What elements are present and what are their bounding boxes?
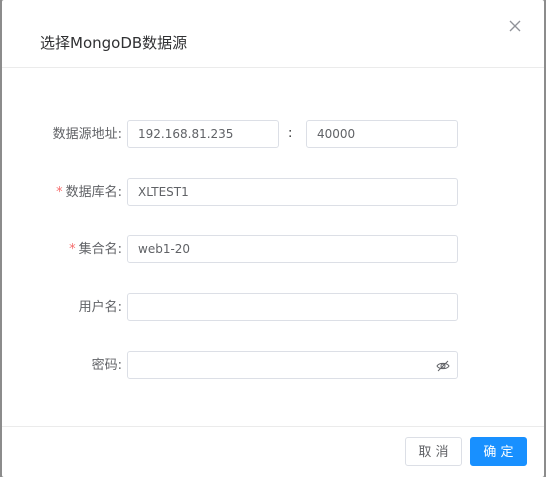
host-input[interactable]: [127, 120, 279, 148]
dialog-footer: 取 消 确 定: [2, 426, 544, 477]
port-input[interactable]: [306, 120, 458, 148]
address-separator: :: [288, 126, 293, 141]
datasource-address-label: 数据源地址:: [52, 127, 122, 142]
database-name-label: * 数据库名:: [56, 185, 122, 200]
password-field: [127, 351, 458, 379]
confirm-button[interactable]: 确 定: [470, 437, 527, 466]
dialog-header: 选择MongoDB数据源: [2, 0, 544, 68]
collection-name-label: * 集合名:: [69, 242, 122, 257]
database-name-row: * 数据库名:: [2, 178, 544, 208]
close-icon[interactable]: [505, 16, 525, 36]
password-label: 密码:: [91, 358, 122, 373]
collection-name-row: * 集合名:: [2, 235, 544, 265]
required-mark: *: [56, 185, 63, 200]
cancel-button[interactable]: 取 消: [405, 437, 462, 466]
username-label: 用户名:: [78, 300, 122, 315]
datasource-address-row: 数据源地址: :: [2, 120, 544, 150]
password-row: 密码:: [2, 351, 544, 381]
database-name-input[interactable]: [127, 178, 458, 206]
required-mark: *: [69, 242, 76, 257]
password-input[interactable]: [127, 351, 458, 379]
mongodb-datasource-dialog: 选择MongoDB数据源 数据源地址: : *数据库名: *集合名:: [2, 0, 544, 477]
username-row: 用户名:: [2, 293, 544, 323]
username-input[interactable]: [127, 293, 458, 321]
collection-name-input[interactable]: [127, 235, 458, 263]
dialog-title: 选择MongoDB数据源: [40, 34, 188, 52]
eye-slash-icon[interactable]: [436, 358, 450, 372]
